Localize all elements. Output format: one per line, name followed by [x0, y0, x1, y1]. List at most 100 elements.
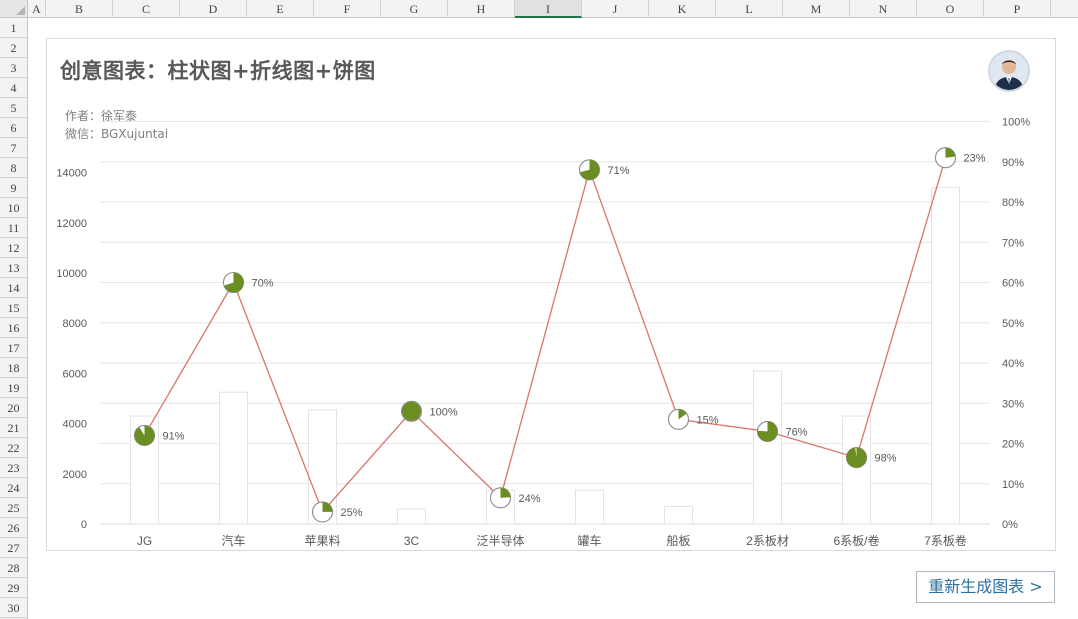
column-header-E[interactable]: E [247, 0, 314, 18]
column-header-A[interactable]: A [28, 0, 46, 18]
row-header-15[interactable]: 15 [0, 298, 27, 318]
y-right-tick-label: 70% [1002, 237, 1024, 249]
row-header-16[interactable]: 16 [0, 318, 27, 338]
pie-marker [756, 420, 779, 442]
row-header-10[interactable]: 10 [0, 198, 27, 218]
y-left-tick-label: 8000 [63, 318, 87, 330]
row-header-18[interactable]: 18 [0, 358, 27, 378]
column-header-P[interactable]: P [984, 0, 1051, 18]
pie-marker [578, 159, 601, 181]
pie-data-label: 15% [697, 414, 719, 426]
x-tick-label: 2系板材 [746, 534, 789, 548]
row-header-21[interactable]: 21 [0, 418, 27, 438]
y-right-tick-label: 100% [1002, 117, 1030, 129]
column-header-F[interactable]: F [314, 0, 381, 18]
pie-slice [945, 147, 956, 158]
pie-marker [311, 501, 334, 523]
bar [664, 505, 693, 525]
column-header-C[interactable]: C [113, 0, 180, 18]
row-header-2[interactable]: 2 [0, 38, 27, 58]
y-right-tick-label: 10% [1002, 479, 1024, 491]
bar [397, 508, 426, 525]
row-header-8[interactable]: 8 [0, 158, 27, 178]
row-header-3[interactable]: 3 [0, 58, 27, 78]
x-tick-label: 苹果料 [304, 534, 340, 548]
row-header-11[interactable]: 11 [0, 218, 27, 238]
row-header-1[interactable]: 1 [0, 18, 27, 38]
row-header-13[interactable]: 13 [0, 258, 27, 278]
combo-chart: 0 2000 4000 6000 8000 10000 12000 14000 0% 10% 20%… [56, 117, 1030, 549]
pie-marker [222, 271, 245, 294]
pie-data-label: 91% [163, 430, 185, 442]
y-right-tick-label: 50% [1002, 318, 1024, 330]
bar [931, 187, 960, 525]
column-header-D[interactable]: D [180, 0, 247, 18]
row-header-22[interactable]: 22 [0, 438, 27, 458]
row-header-4[interactable]: 4 [0, 78, 27, 98]
row-header-25[interactable]: 25 [0, 498, 27, 518]
row-header-23[interactable]: 23 [0, 458, 27, 478]
row-header-26[interactable]: 26 [0, 518, 27, 538]
row-header-9[interactable]: 9 [0, 178, 27, 198]
column-header-bar: ABCDEFGHIJKLMNOP [28, 0, 1078, 18]
bar [219, 391, 248, 525]
row-header-7[interactable]: 7 [0, 138, 27, 158]
y-left-tick-label: 12000 [56, 218, 87, 230]
y-right-tick-label: 80% [1002, 197, 1024, 209]
y-left-tick-label: 0 [81, 519, 87, 531]
column-header-O[interactable]: O [917, 0, 984, 18]
row-header-24[interactable]: 24 [0, 478, 27, 498]
y-left-tick-label: 14000 [56, 168, 87, 180]
y-left-tick-label: 4000 [63, 419, 87, 431]
pie-data-label: 76% [786, 426, 808, 438]
row-header-27[interactable]: 27 [0, 538, 27, 558]
row-header-19[interactable]: 19 [0, 378, 27, 398]
column-header-H[interactable]: H [448, 0, 515, 18]
regenerate-chart-button[interactable]: 重新生成图表 > [916, 571, 1055, 603]
column-header-J[interactable]: J [582, 0, 649, 18]
pie-data-label: 71% [608, 165, 630, 177]
pie-data-label: 98% [875, 453, 897, 465]
x-tick-label: 汽车 [221, 533, 245, 548]
row-header-6[interactable]: 6 [0, 118, 27, 138]
pie-data-label: 23% [964, 153, 986, 165]
row-header-28[interactable]: 28 [0, 558, 27, 578]
chart-area[interactable]: 创意图表：柱状图+折线图+饼图 作者：徐军泰 微信：BGXujuntai 0 20… [46, 38, 1056, 551]
pie-slice [500, 487, 511, 498]
y-right-tick-label: 40% [1002, 358, 1024, 370]
row-header-12[interactable]: 12 [0, 238, 27, 258]
x-tick-label: 船板 [666, 534, 690, 548]
column-header-L[interactable]: L [716, 0, 783, 18]
row-header-17[interactable]: 17 [0, 338, 27, 358]
x-tick-label: 罐车 [577, 533, 601, 548]
x-tick-label: 7系板卷 [924, 533, 967, 548]
row-header-29[interactable]: 29 [0, 578, 27, 598]
column-header-I[interactable]: I [515, 0, 582, 18]
y-left-tick-label: 10000 [56, 268, 87, 280]
select-all-corner[interactable] [0, 0, 28, 18]
y-left-tick-label: 6000 [63, 368, 87, 380]
column-header-B[interactable]: B [46, 0, 113, 18]
column-header-G[interactable]: G [381, 0, 448, 18]
pie-marker [133, 424, 156, 447]
column-header-N[interactable]: N [850, 0, 917, 18]
row-header-5[interactable]: 5 [0, 98, 27, 118]
column-header-K[interactable]: K [649, 0, 716, 18]
y-right-tick-label: 30% [1002, 398, 1024, 410]
pie-marker [845, 447, 868, 469]
row-header-14[interactable]: 14 [0, 278, 27, 298]
y-right-tick-label: 60% [1002, 278, 1024, 290]
pie-data-label: 70% [252, 278, 274, 290]
pie-marker [400, 400, 423, 422]
y-right-tick-label: 90% [1002, 157, 1024, 169]
x-tick-label: 6系板/卷 [833, 533, 879, 548]
y-left-tick-label: 2000 [63, 469, 87, 481]
row-header-bar: 1 2 3 4 5 6 7 8 9 10 11 12 13 14 15 16 17 18 19 20 21 22 23 24 2… [0, 18, 28, 619]
row-header-20[interactable]: 20 [0, 398, 27, 418]
bar [842, 415, 871, 525]
pie-marker [489, 487, 512, 509]
bar [575, 489, 604, 525]
row-header-30[interactable]: 30 [0, 598, 27, 618]
column-header-M[interactable]: M [783, 0, 850, 18]
x-tick-label: 3C [404, 534, 420, 548]
